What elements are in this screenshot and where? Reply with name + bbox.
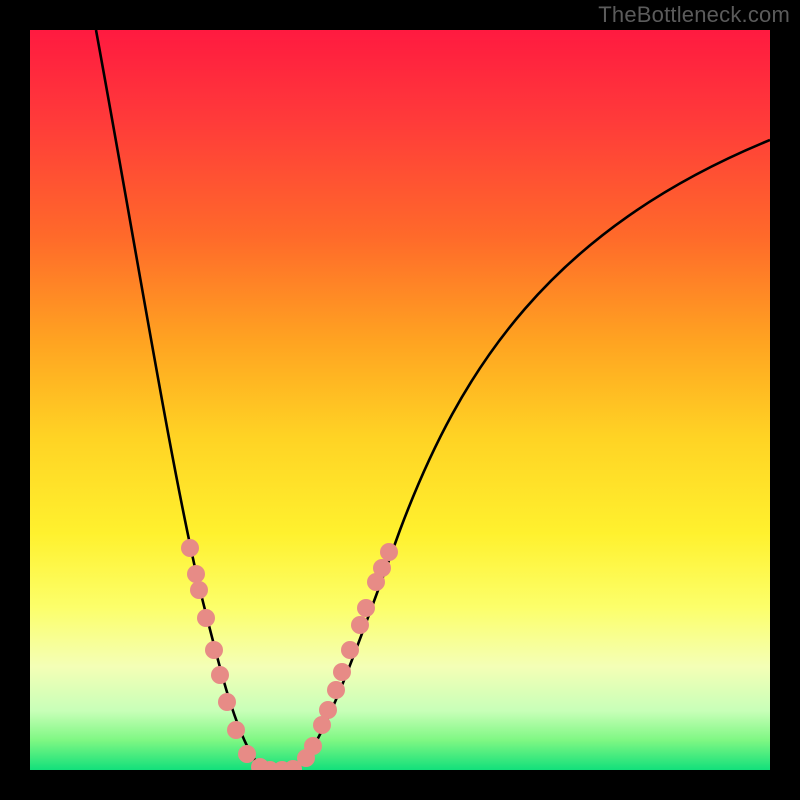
data-marker	[238, 745, 256, 763]
data-marker	[327, 681, 345, 699]
curve-svg	[30, 30, 770, 770]
data-marker	[187, 565, 205, 583]
watermark-text: TheBottleneck.com	[598, 2, 790, 28]
data-marker	[211, 666, 229, 684]
data-marker	[333, 663, 351, 681]
data-marker	[357, 599, 375, 617]
markers-bottom-group	[261, 760, 302, 770]
data-marker	[197, 609, 215, 627]
data-marker	[304, 737, 322, 755]
data-marker	[205, 641, 223, 659]
plot-area	[30, 30, 770, 770]
data-marker	[190, 581, 208, 599]
data-marker	[218, 693, 236, 711]
data-marker	[227, 721, 245, 739]
data-marker	[181, 539, 199, 557]
data-marker	[351, 616, 369, 634]
data-marker	[380, 543, 398, 561]
bottleneck-curve	[96, 30, 770, 770]
data-marker	[341, 641, 359, 659]
chart-frame: TheBottleneck.com	[0, 0, 800, 800]
markers-left-group	[181, 539, 269, 770]
data-marker	[319, 701, 337, 719]
data-marker	[373, 559, 391, 577]
markers-right-group	[297, 543, 398, 767]
